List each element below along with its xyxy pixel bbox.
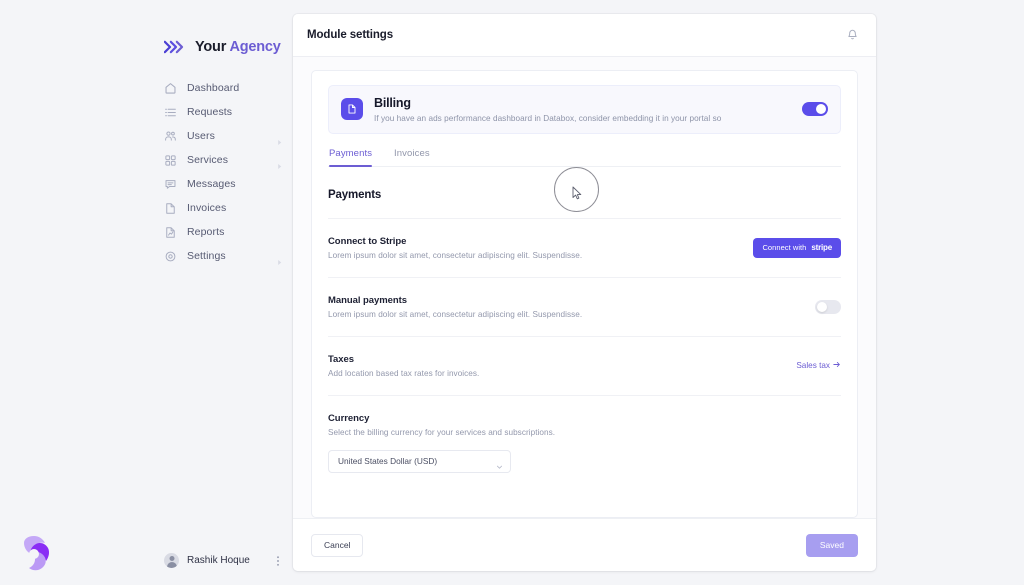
chevron-right-icon [276,253,283,265]
sidebar-item-reports[interactable]: Reports [150,220,293,244]
module-settings-panel: Module settings Billing If you have an a… [293,14,876,571]
gear-icon [164,250,177,263]
document-icon [164,202,177,215]
sidebar-item-label: Invoices [187,202,227,214]
report-icon [164,226,177,239]
row-control: Sales tax [796,361,841,370]
profile-name: Rashik Hoque [187,554,250,566]
section-title: Payments [328,188,382,201]
brand-name-first: Your [195,39,227,55]
row-description: Add location based tax rates for invoice… [328,368,480,378]
row-text: Manual payments Lorem ipsum dolor sit am… [328,295,815,319]
row-control: Connect with stripe [753,237,841,258]
users-icon [164,130,177,143]
sales-tax-link[interactable]: Sales tax [796,361,841,370]
brand-text: Your Agency [195,39,281,55]
row-description: Select the billing currency for your ser… [328,427,556,437]
billing-file-icon [341,98,363,121]
chevron-right-icon [276,157,283,169]
settings-card: Billing If you have an ads performance d… [311,70,858,518]
row-control [815,299,841,314]
row-text: Taxes Add location based tax rates for i… [328,354,796,378]
toggle-knob [816,104,826,115]
brand-name-second: Agency [229,39,281,55]
row-taxes: Taxes Add location based tax rates for i… [328,337,841,378]
billing-toggle[interactable] [802,102,828,117]
currency-select-value: United States Dollar (USD) [338,456,438,467]
row-title: Manual payments [328,294,407,306]
tab-bar: Payments Invoices [328,148,841,167]
save-button[interactable]: Saved [805,533,858,557]
avatar-icon [164,552,179,568]
panel-footer: Cancel Saved [293,518,876,571]
sidebar-item-services[interactable]: Services [150,148,293,172]
sidebar-item-label: Reports [187,226,225,238]
sidebar: Your Agency Dashboard Requests Users Ser… [150,0,293,585]
sidebar-item-label: Requests [187,106,233,118]
tab-payments[interactable]: Payments [329,148,373,167]
panel-body: Billing If you have an ads performance d… [293,57,876,518]
row-title: Currency [328,412,370,424]
app-root: Your Agency Dashboard Requests Users Ser… [0,0,1024,585]
sales-tax-label: Sales tax [796,361,830,371]
row-title: Taxes [328,353,354,365]
sidebar-item-label: Messages [187,178,236,190]
connect-button-label: Connect with [762,243,807,253]
brand[interactable]: Your Agency [150,0,293,66]
row-description: Lorem ipsum dolor sit amet, consectetur … [328,250,583,260]
sidebar-item-label: Users [187,130,215,142]
row-title: Connect to Stripe [328,235,407,247]
sidebar-profile[interactable]: Rashik Hoque [150,547,293,573]
manual-payments-toggle[interactable] [815,299,841,314]
cancel-button[interactable]: Cancel [311,533,364,557]
sidebar-item-dashboard[interactable]: Dashboard [150,76,293,100]
chevron-right-icon [276,133,283,145]
sidebar-item-invoices[interactable]: Invoices [150,196,293,220]
row-text: Connect to Stripe Lorem ipsum dolor sit … [328,236,753,260]
currency-select[interactable]: United States Dollar (USD) [328,449,511,473]
sidebar-nav: Dashboard Requests Users Services Messag… [150,76,293,268]
row-manual-payments: Manual payments Lorem ipsum dolor sit am… [328,278,841,319]
row-connect-to-stripe: Connect to Stripe Lorem ipsum dolor sit … [328,219,841,260]
tab-invoices[interactable]: Invoices [394,148,430,166]
sidebar-item-label: Settings [187,250,226,262]
sidebar-item-messages[interactable]: Messages [150,172,293,196]
grid-icon [164,154,177,167]
billing-description: If you have an ads performance dashboard… [374,113,722,123]
row-currency: Currency Select the billing currency for… [328,396,841,473]
row-description: Lorem ipsum dolor sit amet, consectetur … [328,309,583,319]
page-title: Module settings [307,29,394,41]
billing-text: Billing If you have an ads performance d… [374,96,791,123]
kebab-menu-icon[interactable] [273,554,283,566]
panel-header: Module settings [293,14,876,57]
sidebar-item-label: Services [187,154,229,166]
chat-icon [164,178,177,191]
billing-banner: Billing If you have an ads performance d… [328,85,841,134]
billing-title: Billing [374,96,411,110]
arrow-right-icon [833,361,841,370]
sidebar-item-label: Dashboard [187,82,240,94]
list-icon [164,106,177,119]
tri-lobe-logo-icon [12,532,56,576]
toggle-knob [817,301,827,312]
home-icon [164,82,177,95]
stripe-wordmark: stripe [811,243,832,253]
sidebar-item-settings[interactable]: Settings [150,244,293,268]
sidebar-item-requests[interactable]: Requests [150,100,293,124]
sidebar-item-users[interactable]: Users [150,124,293,148]
currency-select-wrapper: United States Dollar (USD) [328,449,511,473]
bell-icon[interactable] [846,28,859,42]
connect-with-stripe-button[interactable]: Connect with stripe [753,237,841,258]
chevrons-logo-icon [163,39,188,55]
